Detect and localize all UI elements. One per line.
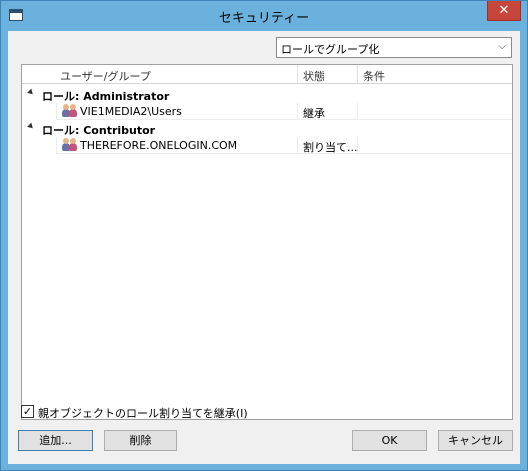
dialog-client-area: ロールでグループ化 ⌵ ユーザー/グループ 状態 条件 ロール: Adminis… <box>8 31 520 464</box>
inherit-checkbox-label[interactable]: 親オブジェクトのロール割り当てを継承(I) <box>38 405 248 421</box>
grid-line <box>56 103 57 120</box>
title-bar[interactable]: セキュリティー ✕ <box>1 1 527 31</box>
user-group-icon <box>62 104 79 118</box>
table-row[interactable]: THEREFORE.ONELOGIN.COM 割り当て... <box>22 137 512 154</box>
table-row[interactable]: VIE1MEDIA2\Users 継承 <box>22 103 512 120</box>
user-name: VIE1MEDIA2\Users <box>80 105 182 118</box>
cancel-button[interactable]: キャンセル <box>438 430 513 451</box>
collapse-arrow-icon[interactable] <box>27 122 35 131</box>
ok-button[interactable]: OK <box>352 430 427 451</box>
column-header-condition[interactable]: 条件 <box>363 68 385 84</box>
user-group-icon <box>62 138 79 152</box>
collapse-arrow-icon[interactable] <box>27 88 35 97</box>
group-label: ロール: Administrator <box>42 90 170 103</box>
grid-line <box>297 103 298 120</box>
user-status: 割り当て... <box>303 141 358 154</box>
column-header-user-group[interactable]: ユーザー/グループ <box>60 68 151 84</box>
column-header-status[interactable]: 状態 <box>303 68 325 84</box>
column-divider[interactable] <box>357 65 358 84</box>
inherit-checkbox[interactable]: ✓ <box>21 405 34 418</box>
grouping-selected-value: ロールでグループ化 <box>281 43 380 56</box>
user-status: 継承 <box>303 107 325 120</box>
group-row-contributor[interactable]: ロール: Contributor <box>22 120 512 137</box>
add-button[interactable]: 追加... <box>18 430 93 451</box>
role-list[interactable]: ユーザー/グループ 状態 条件 ロール: Administrator VIE1M <box>21 64 513 420</box>
dialog-title: セキュリティー <box>218 11 310 26</box>
user-name: THEREFORE.ONELOGIN.COM <box>80 139 238 152</box>
grid-line <box>357 103 358 120</box>
grouping-dropdown[interactable]: ロールでグループ化 ⌵ <box>276 37 512 58</box>
group-row-administrator[interactable]: ロール: Administrator <box>22 86 512 103</box>
column-divider[interactable] <box>297 65 298 84</box>
group-label: ロール: Contributor <box>42 124 156 137</box>
grid-line <box>297 137 298 154</box>
security-dialog: セキュリティー ✕ ロールでグループ化 ⌵ ユーザー/グループ 状態 条件 ロー… <box>0 0 528 471</box>
delete-button[interactable]: 削除 <box>104 430 177 451</box>
close-button[interactable]: ✕ <box>487 1 521 21</box>
chevron-down-icon: ⌵ <box>498 41 506 52</box>
list-header: ユーザー/グループ 状態 条件 <box>22 65 512 84</box>
row-divider <box>56 153 512 154</box>
grid-line <box>56 137 57 154</box>
